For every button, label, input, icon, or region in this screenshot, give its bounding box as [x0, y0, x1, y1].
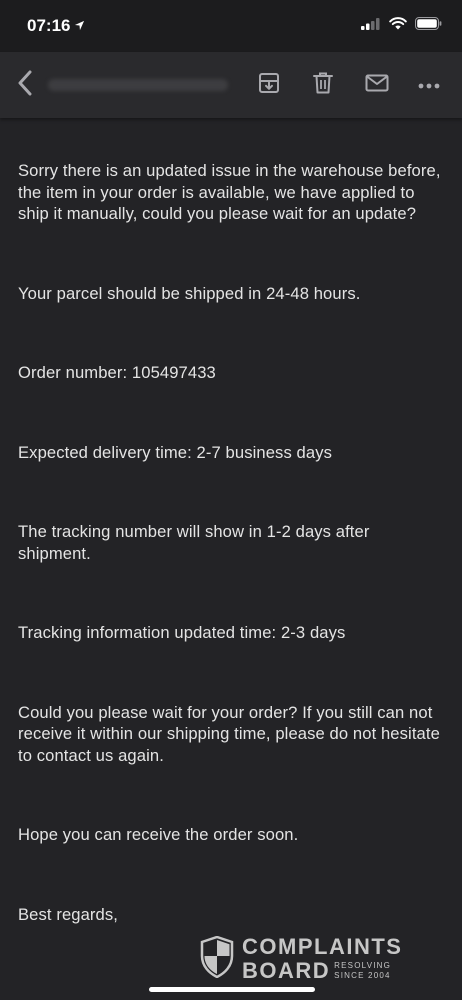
time-label: 07:16	[27, 16, 71, 35]
email-paragraph: Your parcel should be shipped in 24-48 h…	[18, 283, 361, 303]
mail-icon	[365, 74, 389, 97]
back-button[interactable]	[12, 70, 38, 101]
battery-icon	[415, 17, 442, 35]
archive-icon	[258, 72, 280, 99]
watermark-subtitle: BOARD	[242, 958, 331, 983]
status-bar: 07:16	[0, 0, 462, 52]
email-paragraph: Could you please wait for your order? If…	[18, 702, 440, 765]
complaints-board-watermark: COMPLAINTS BOARD RESOLVING SINCE 2004	[200, 934, 420, 984]
wifi-icon	[389, 17, 407, 35]
email-paragraph: Order number: 105497433	[18, 363, 216, 382]
email-paragraph: Hope you can receive the order soon.	[18, 825, 299, 844]
mark-unread-button[interactable]	[364, 72, 390, 98]
back-icon	[17, 70, 33, 101]
status-time: 07:16	[27, 16, 85, 36]
email-paragraph: The tracking number will show in 1-2 day…	[18, 522, 370, 563]
watermark-tag: RESOLVING	[334, 961, 392, 970]
email-paragraph: Best regards,	[18, 904, 118, 924]
more-options-button[interactable]	[416, 72, 442, 98]
watermark-title: COMPLAINTS	[242, 934, 403, 959]
trash-icon	[313, 72, 333, 99]
status-icons	[361, 17, 442, 35]
email-paragraph: Sorry there is an updated issue in the w…	[18, 161, 441, 223]
home-indicator[interactable]	[149, 987, 315, 992]
delete-button[interactable]	[310, 72, 336, 98]
shield-icon	[200, 935, 234, 983]
cellular-signal-icon	[361, 17, 381, 35]
location-arrow-icon	[74, 16, 85, 36]
archive-button[interactable]	[256, 72, 282, 98]
watermark-tag: SINCE 2004	[334, 971, 391, 980]
email-toolbar	[0, 52, 462, 118]
more-icon	[418, 76, 440, 94]
email-body: Sorry there is an updated issue in the w…	[0, 118, 462, 1000]
email-paragraph: Expected delivery time: 2-7 business day…	[18, 442, 333, 462]
subject-placeholder	[48, 79, 228, 91]
email-paragraph: Tracking information updated time: 2-3 d…	[18, 623, 346, 642]
